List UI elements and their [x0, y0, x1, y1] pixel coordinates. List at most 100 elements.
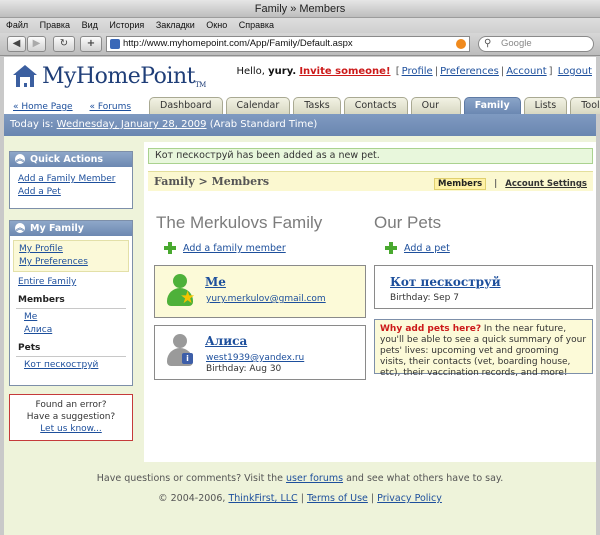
page-footer: Have questions or comments? Visit the us… [4, 463, 596, 535]
add-pet-plus-icon[interactable] [385, 242, 397, 254]
house-cursor-icon [13, 65, 37, 87]
account-settings-link[interactable]: Account Settings [505, 179, 587, 189]
tab-calendar[interactable]: Calendar [225, 97, 291, 114]
date-link[interactable]: Wednesday, January 28, 2009 [57, 119, 207, 130]
breadcrumb: Family > Members [154, 175, 270, 188]
member-email-alisa[interactable]: west1939@yandex.ru [206, 353, 304, 363]
user-info-avatar-icon: i [165, 334, 195, 368]
members-label: Members [18, 295, 65, 305]
tab-contacts[interactable]: Contacts [343, 97, 408, 114]
pets-label: Pets [18, 343, 41, 353]
success-notice: Кот пескоструй has been added as a new p… [148, 148, 593, 164]
pet-birthday: Birthday: Sep 7 [390, 293, 459, 303]
company-link[interactable]: ThinkFirst, LLC [228, 493, 297, 504]
greeting-text: Hello, [236, 66, 265, 77]
feedback-line1: Found an error? [35, 400, 107, 410]
menu-help[interactable]: Справка [239, 20, 274, 30]
pets-info-title: Why add pets here? [380, 324, 482, 334]
url-text: http://www.myhomepoint.com/App/Family/De… [123, 38, 353, 49]
quick-actions-header[interactable]: ︽ Quick Actions [10, 152, 132, 167]
add-pet-link[interactable]: Add a Pet [10, 186, 132, 199]
quick-actions-title: Quick Actions [30, 154, 104, 165]
search-icon: ⚲ [484, 38, 492, 49]
logo-text: MyHomePoint [42, 64, 195, 89]
member-link-alisa[interactable]: Алиса [10, 324, 132, 337]
member-name-me[interactable]: Me [205, 275, 226, 289]
privacy-link[interactable]: Privacy Policy [377, 493, 442, 504]
user-star-avatar-icon: ★ [165, 274, 195, 308]
footer-text-b: and see what others have to say. [346, 473, 504, 484]
member-birthday-alisa: Birthday: Aug 30 [206, 364, 282, 374]
copyright-text: © 2004-2006, [158, 493, 226, 504]
tab-dashboard[interactable]: Dashboard [149, 97, 223, 114]
tab-tasks[interactable]: Tasks [293, 97, 341, 114]
member-link-me[interactable]: Me [10, 311, 132, 324]
member-card-alisa: i Алиса west1939@yandex.ru Birthday: Aug… [154, 325, 366, 380]
web-page: MyHomePointTM Hello, yury. Invite someon… [4, 57, 600, 535]
menu-history[interactable]: История [109, 20, 144, 30]
collapse-icon: ︽ [15, 223, 25, 233]
menu-file[interactable]: Файл [6, 20, 28, 30]
top-links: « Home Page « Forums [13, 102, 145, 112]
browser-toolbar: ◀ ▶ ↻ + http://www.myhomepoint.com/App/F… [0, 33, 600, 56]
feedback-box: Found an error? Have a suggestion? Let u… [9, 394, 133, 441]
forward-button[interactable]: ▶ [27, 36, 46, 52]
tab-our-home[interactable]: Our Home [410, 97, 461, 127]
menu-window[interactable]: Окно [206, 20, 227, 30]
rss-icon[interactable] [456, 39, 466, 49]
add-family-member-main-link[interactable]: Add a family member [183, 243, 286, 254]
pets-title: Our Pets [374, 213, 442, 232]
menu-bookmarks[interactable]: Закладки [156, 20, 195, 30]
search-input[interactable]: ⚲ Google [478, 36, 594, 52]
logout-link[interactable]: Logout [558, 66, 592, 77]
date-bar: Today is: Wednesday, January 28, 2009 (A… [4, 114, 596, 136]
username-text: yury. [268, 66, 297, 77]
quick-actions-box: ︽ Quick Actions Add a Family Member Add … [9, 151, 133, 209]
home-page-link[interactable]: « Home Page [13, 102, 73, 112]
pet-link[interactable]: Кот пескоструй [10, 359, 132, 372]
my-family-box: ︽ My Family My Profile My Preferences En… [9, 220, 133, 386]
url-input[interactable]: http://www.myhomepoint.com/App/Family/De… [106, 36, 470, 52]
date-prefix: Today is: [10, 119, 54, 130]
plus-icon: + [86, 38, 96, 49]
my-family-header[interactable]: ︽ My Family [10, 221, 132, 236]
user-forums-link[interactable]: user forums [286, 473, 343, 484]
add-pet-main-link[interactable]: Add a pet [404, 243, 450, 254]
member-email-me[interactable]: yury.merkulov@gmail.com [206, 294, 326, 304]
account-link[interactable]: Account [506, 66, 546, 77]
invite-link[interactable]: Invite someone! [299, 66, 390, 77]
favicon-icon [110, 39, 120, 49]
terms-link[interactable]: Terms of Use [307, 493, 368, 504]
logo-tm: TM [194, 81, 206, 89]
view-links: Members | Account Settings [434, 175, 587, 194]
user-bar: Hello, yury. Invite someone! [Profile | Pr… [236, 66, 592, 77]
let-us-know-link[interactable]: Let us know... [40, 424, 102, 434]
member-name-alisa[interactable]: Алиса [205, 334, 247, 348]
breadcrumb-bar: Family > Members Members | Account Setti… [148, 171, 593, 191]
menu-view[interactable]: Вид [82, 20, 98, 30]
pet-name[interactable]: Кот пескоструй [390, 275, 501, 289]
reload-button[interactable]: ↻ [53, 36, 75, 52]
tab-tools[interactable]: Tools [570, 97, 600, 114]
family-title: The Merkulovs Family [156, 213, 323, 232]
entire-family-link[interactable]: Entire Family [10, 276, 132, 289]
profile-link[interactable]: Profile [402, 66, 433, 77]
footer-text-a: Have questions or comments? Visit the [96, 473, 283, 484]
add-family-member-link[interactable]: Add a Family Member [10, 173, 132, 186]
add-member-plus-icon[interactable] [164, 242, 176, 254]
preferences-link[interactable]: Preferences [440, 66, 499, 77]
my-preferences-link[interactable]: My Preferences [14, 256, 128, 269]
profile-submenu: My Profile My Preferences [13, 240, 129, 272]
reload-icon: ↻ [59, 38, 69, 49]
my-profile-link[interactable]: My Profile [14, 243, 128, 256]
menu-edit[interactable]: Правка [40, 20, 70, 30]
pets-info-box: Why add pets here? In the near future, y… [374, 319, 593, 378]
window-title: Family » Members [0, 0, 600, 18]
tab-lists[interactable]: Lists [523, 97, 568, 114]
feedback-line2: Have a suggestion? [26, 412, 116, 422]
main-tabs: Dashboard Calendar Tasks Contacts Our Ho… [149, 97, 600, 127]
forums-link[interactable]: « Forums [89, 102, 131, 112]
new-tab-button[interactable]: + [80, 36, 102, 52]
back-button[interactable]: ◀ [7, 36, 26, 52]
tab-family[interactable]: Family [463, 97, 521, 114]
